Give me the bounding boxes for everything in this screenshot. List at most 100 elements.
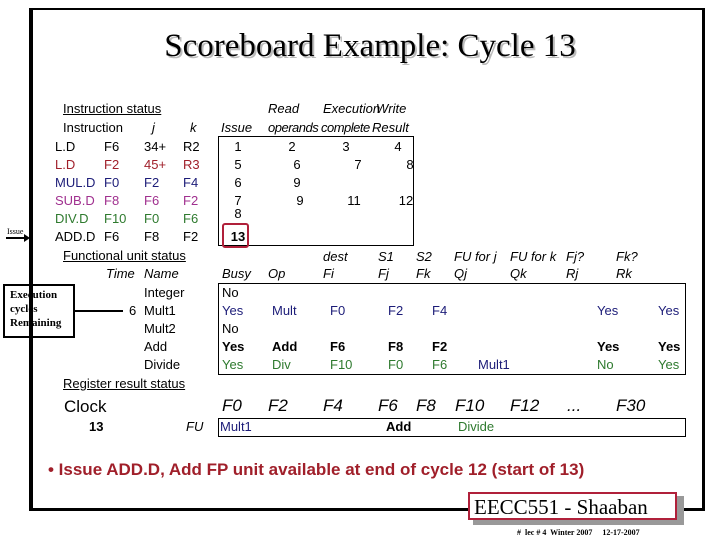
fu-fk: F4 xyxy=(432,303,448,318)
issue-cycle: 8 xyxy=(234,206,242,221)
frame-bottom-right xyxy=(684,508,705,511)
instruction-j: F2 xyxy=(144,175,160,190)
frame-left xyxy=(29,8,33,510)
fu-header-name: Name xyxy=(144,266,179,281)
register-fu: Divide xyxy=(458,419,495,434)
col-write-2: Result xyxy=(372,120,409,135)
register-status-box xyxy=(218,418,686,437)
read-operands-cycle: 9 xyxy=(293,175,301,190)
col-k: k xyxy=(190,120,197,135)
execution-cycles-callout: Execution cycles Remaining xyxy=(3,284,75,338)
instruction-k: F4 xyxy=(183,175,199,190)
col-j: j xyxy=(152,120,155,135)
fu-header-fjq: Fj? xyxy=(566,249,585,264)
course-label: EECC551 - Shaaban xyxy=(474,495,648,519)
clock-label: Clock xyxy=(64,397,107,416)
fu-header-qj: Qj xyxy=(454,266,467,281)
fu-busy: Yes xyxy=(222,357,244,372)
instruction-j: 34+ xyxy=(144,139,167,154)
callout-line-2: cycles xyxy=(10,303,38,315)
fu-header-fk: Fk xyxy=(416,266,431,281)
instruction-op: ADD.D xyxy=(55,229,96,244)
instruction-j: 45+ xyxy=(144,157,167,172)
fu-header-s2: S2 xyxy=(416,249,432,264)
read-operands-cycle: 9 xyxy=(296,193,304,208)
fu-name: Mult2 xyxy=(144,321,176,336)
register-name: F2 xyxy=(268,396,288,415)
frame-right xyxy=(702,8,705,510)
bullet-note: • Issue ADD.D, Add FP unit available at … xyxy=(48,460,585,479)
callout-line-3: Remaining xyxy=(10,317,62,329)
read-operands-cycle: 2 xyxy=(288,139,296,154)
col-instruction: Instruction xyxy=(63,120,123,135)
fu-fj: F2 xyxy=(388,303,404,318)
fu-header-busy: Busy xyxy=(222,266,251,281)
fu-name: Add xyxy=(144,339,168,354)
instruction-k: F2 xyxy=(183,229,199,244)
issue-cycle: 6 xyxy=(234,175,242,190)
issue-highlight-box xyxy=(222,223,249,248)
footer-info: # lec # 4 Winter 2007 12-17-2007 xyxy=(517,528,640,537)
exec-complete-cycle: 3 xyxy=(342,139,350,154)
instruction-j: F0 xyxy=(144,211,160,226)
fu-rk: Yes xyxy=(658,357,680,372)
frame-top xyxy=(32,8,704,10)
instruction-op: MUL.D xyxy=(55,175,96,190)
fu-status-heading: Functional unit status xyxy=(63,248,186,263)
register-name: F8 xyxy=(416,396,436,415)
register-status-heading: Register result status xyxy=(63,376,186,391)
fu-header-fuj: FU for j xyxy=(454,249,497,264)
register-fu: Mult1 xyxy=(220,419,252,434)
register-name: F4 xyxy=(323,396,343,415)
clock-value: 13 xyxy=(89,419,104,434)
col-read: Read xyxy=(268,101,300,116)
fu-name: Mult1 xyxy=(144,303,176,318)
instruction-dest: F0 xyxy=(104,175,120,190)
instruction-dest: F2 xyxy=(104,157,120,172)
instruction-j: F8 xyxy=(144,229,160,244)
callout-connector xyxy=(73,310,123,312)
issue-cycle: 1 xyxy=(234,139,242,154)
issue-pointer-label: Issue xyxy=(7,227,24,236)
fu-label: FU xyxy=(186,419,204,434)
fu-fi: F10 xyxy=(330,357,353,372)
fu-rj: Yes xyxy=(597,339,620,354)
issue-cycle: 5 xyxy=(234,157,242,172)
fu-fi: F0 xyxy=(330,303,346,318)
write-result-cycle: 12 xyxy=(398,193,414,208)
fu-header-fkq: Fk? xyxy=(616,249,638,264)
register-name: F12 xyxy=(510,396,540,415)
arrow-head-icon xyxy=(24,234,30,242)
register-name: F10 xyxy=(455,396,485,415)
col-read-2: operands xyxy=(268,120,319,135)
fu-name: Integer xyxy=(144,285,185,300)
write-result-cycle: 8 xyxy=(406,157,414,172)
fu-header-op: Op xyxy=(268,266,286,281)
fu-fj: F8 xyxy=(388,339,404,354)
col-exec-2: complete xyxy=(321,120,370,135)
exec-complete-cycle: 7 xyxy=(354,157,362,172)
instruction-dest: F6 xyxy=(104,229,120,244)
register-name: F30 xyxy=(616,396,646,415)
fu-qj: Mult1 xyxy=(478,357,510,372)
instruction-k: R3 xyxy=(183,157,200,172)
fu-header-fi: Fi xyxy=(323,266,334,281)
fu-busy: No xyxy=(222,321,239,336)
fu-busy: Yes xyxy=(222,339,245,354)
fu-fj: F0 xyxy=(388,357,404,372)
col-write: Write xyxy=(376,101,407,116)
read-operands-cycle: 6 xyxy=(293,157,301,172)
instruction-op: SUB.D xyxy=(55,193,95,208)
arrow-right-icon xyxy=(6,237,26,239)
write-result-cycle: 4 xyxy=(394,139,402,154)
register-name: F0 xyxy=(222,396,242,415)
slide-title: Scoreboard Example: Cycle 13 xyxy=(164,28,576,64)
register-fu: Add xyxy=(386,419,412,434)
instruction-op: L.D xyxy=(55,157,76,172)
fu-header-rj: Rj xyxy=(566,266,579,281)
instruction-dest: F8 xyxy=(104,193,120,208)
instruction-j: F6 xyxy=(144,193,160,208)
fu-op: Add xyxy=(272,339,298,354)
fu-header-fj: Fj xyxy=(378,266,389,281)
fu-rk: Yes xyxy=(658,339,681,354)
